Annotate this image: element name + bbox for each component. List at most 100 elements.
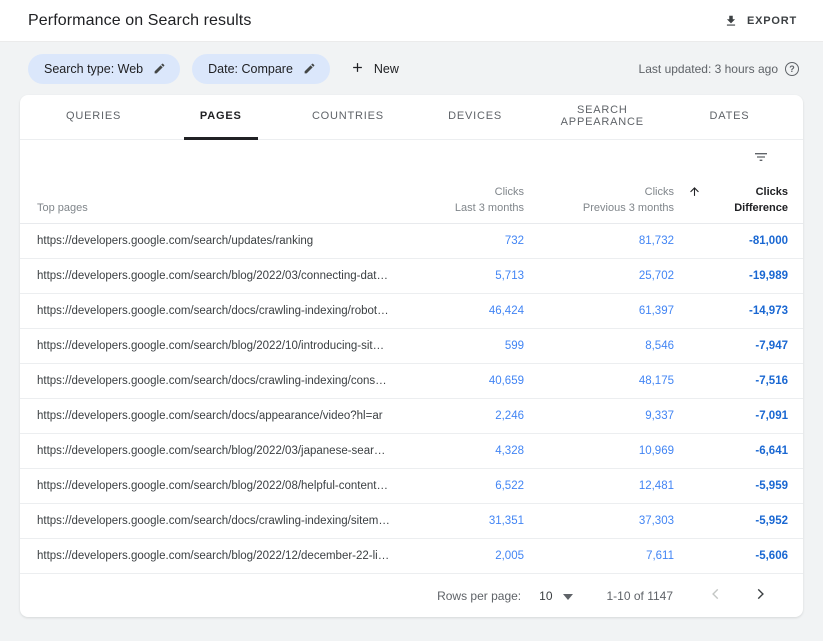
- table-footer: Rows per page: 10 1-10 of 1147: [20, 574, 803, 617]
- last-updated-text: Last updated: 3 hours ago: [639, 62, 778, 76]
- page-header: Performance on Search results EXPORT: [0, 0, 823, 42]
- clicks-difference-value: -5,952: [674, 515, 788, 527]
- clicks-previous-value: 10,969: [524, 445, 674, 457]
- tab-label: DATES: [694, 95, 766, 140]
- clicks-last-value: 31,351: [402, 515, 524, 527]
- tab-search-appearance[interactable]: SEARCH APPEARANCE: [539, 95, 666, 139]
- table-row[interactable]: https://developers.google.com/search/doc…: [20, 504, 803, 539]
- export-label: EXPORT: [747, 15, 797, 27]
- clicks-last-value: 6,522: [402, 480, 524, 492]
- filter-list-icon: [753, 149, 769, 168]
- clicks-last-value: 732: [402, 235, 524, 247]
- page-url[interactable]: https://developers.google.com/search/doc…: [37, 515, 402, 527]
- filter-bar: Search type: Web Date: Compare New: [0, 42, 823, 95]
- chip-label: Search type: Web: [44, 62, 143, 76]
- performance-card: QUERIES PAGES COUNTRIES DEVICES SEARCH A…: [20, 95, 803, 617]
- tab-pages[interactable]: PAGES: [157, 95, 284, 139]
- tab-label: SEARCH APPEARANCE: [539, 95, 666, 140]
- page-url[interactable]: https://developers.google.com/search/doc…: [37, 375, 402, 387]
- tab-countries[interactable]: COUNTRIES: [284, 95, 411, 139]
- column-header-top-pages[interactable]: Top pages: [37, 202, 402, 223]
- dropdown-arrow-icon: [563, 589, 573, 603]
- help-icon[interactable]: ?: [785, 62, 799, 76]
- page-url[interactable]: https://developers.google.com/search/blo…: [37, 445, 402, 457]
- rows-per-page-label: Rows per page:: [437, 589, 521, 603]
- rows-per-page-value: 10: [539, 589, 552, 603]
- clicks-last-value: 46,424: [402, 305, 524, 317]
- new-filter-button[interactable]: New: [350, 60, 399, 78]
- clicks-previous-value: 12,481: [524, 480, 674, 492]
- clicks-previous-value: 25,702: [524, 270, 674, 282]
- table-body: https://developers.google.com/search/upd…: [20, 224, 803, 574]
- table-row[interactable]: https://developers.google.com/search/blo…: [20, 469, 803, 504]
- page-url[interactable]: https://developers.google.com/search/doc…: [37, 410, 402, 422]
- page-url[interactable]: https://developers.google.com/search/blo…: [37, 270, 402, 282]
- tab-devices[interactable]: DEVICES: [412, 95, 539, 139]
- tab-label: QUERIES: [50, 95, 137, 140]
- clicks-previous-value: 37,303: [524, 515, 674, 527]
- page-url[interactable]: https://developers.google.com/search/upd…: [37, 235, 402, 247]
- chevron-left-icon: [709, 587, 723, 604]
- clicks-last-value: 2,246: [402, 410, 524, 422]
- column-header-clicks-previous[interactable]: Clicks Previous 3 months: [524, 184, 674, 216]
- export-button[interactable]: EXPORT: [722, 8, 799, 34]
- clicks-difference-value: -7,516: [674, 375, 788, 387]
- page-url[interactable]: https://developers.google.com/search/blo…: [37, 480, 402, 492]
- clicks-difference-value: -19,989: [674, 270, 788, 282]
- table-row[interactable]: https://developers.google.com/search/doc…: [20, 364, 803, 399]
- table-row[interactable]: https://developers.google.com/search/blo…: [20, 259, 803, 294]
- clicks-last-value: 40,659: [402, 375, 524, 387]
- tab-queries[interactable]: QUERIES: [30, 95, 157, 139]
- clicks-difference-value: -14,973: [674, 305, 788, 317]
- filter-table-button[interactable]: [749, 145, 773, 172]
- page-url[interactable]: https://developers.google.com/search/blo…: [37, 340, 402, 352]
- table-header-row: Top pages Clicks Last 3 months Clicks Pr…: [20, 176, 803, 224]
- clicks-previous-value: 81,732: [524, 235, 674, 247]
- pagination-range: 1-10 of 1147: [607, 589, 674, 603]
- chip-label: Date: Compare: [208, 62, 293, 76]
- clicks-difference-value: -6,641: [674, 445, 788, 457]
- edit-pencil-icon: [153, 62, 166, 75]
- page-url[interactable]: https://developers.google.com/search/blo…: [37, 550, 402, 562]
- clicks-difference-value: -7,091: [674, 410, 788, 422]
- clicks-previous-value: 61,397: [524, 305, 674, 317]
- table-row[interactable]: https://developers.google.com/search/blo…: [20, 434, 803, 469]
- clicks-difference-value: -81,000: [674, 235, 788, 247]
- table-toolbar: [20, 140, 803, 176]
- new-label: New: [374, 62, 399, 76]
- table-row[interactable]: https://developers.google.com/search/upd…: [20, 224, 803, 259]
- tab-bar: QUERIES PAGES COUNTRIES DEVICES SEARCH A…: [20, 95, 803, 140]
- table-row[interactable]: https://developers.google.com/search/doc…: [20, 399, 803, 434]
- column-header-clicks-difference[interactable]: Clicks Difference: [674, 184, 788, 216]
- clicks-last-value: 599: [402, 340, 524, 352]
- table-row[interactable]: https://developers.google.com/search/blo…: [20, 539, 803, 574]
- page-url[interactable]: https://developers.google.com/search/doc…: [37, 305, 402, 317]
- clicks-previous-value: 7,611: [524, 550, 674, 562]
- clicks-difference-value: -5,959: [674, 480, 788, 492]
- edit-pencil-icon: [303, 62, 316, 75]
- tab-label: PAGES: [184, 95, 258, 140]
- table-row[interactable]: https://developers.google.com/search/doc…: [20, 294, 803, 329]
- plus-icon: [350, 60, 365, 78]
- clicks-previous-value: 8,546: [524, 340, 674, 352]
- tab-dates[interactable]: DATES: [666, 95, 793, 139]
- clicks-difference-value: -5,606: [674, 550, 788, 562]
- tab-label: COUNTRIES: [296, 95, 400, 140]
- page-title: Performance on Search results: [28, 12, 251, 30]
- column-header-clicks-last[interactable]: Clicks Last 3 months: [402, 184, 524, 216]
- sort-arrow-up-icon[interactable]: [688, 185, 701, 198]
- clicks-last-value: 5,713: [402, 270, 524, 282]
- download-icon: [724, 14, 738, 28]
- table-row[interactable]: https://developers.google.com/search/blo…: [20, 329, 803, 364]
- chevron-right-icon: [753, 587, 767, 604]
- next-page-button[interactable]: [747, 581, 773, 610]
- clicks-previous-value: 9,337: [524, 410, 674, 422]
- filter-chip-search-type[interactable]: Search type: Web: [28, 54, 180, 84]
- filter-chip-date[interactable]: Date: Compare: [192, 54, 330, 84]
- clicks-last-value: 4,328: [402, 445, 524, 457]
- previous-page-button[interactable]: [703, 581, 729, 610]
- rows-per-page-select[interactable]: 10: [539, 589, 572, 603]
- clicks-last-value: 2,005: [402, 550, 524, 562]
- clicks-difference-value: -7,947: [674, 340, 788, 352]
- clicks-previous-value: 48,175: [524, 375, 674, 387]
